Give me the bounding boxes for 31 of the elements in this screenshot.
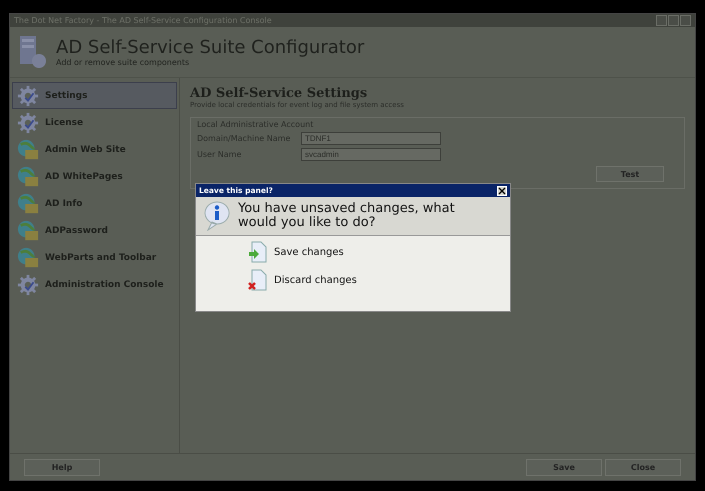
globe-folder-icon: [17, 246, 39, 268]
test-button[interactable]: Test: [596, 166, 664, 182]
dialog-option[interactable]: Discard changes: [246, 266, 359, 294]
sidebar-item[interactable]: Administration Console: [12, 271, 177, 298]
close-button[interactable]: Close: [605, 458, 681, 476]
gear-icon: [17, 84, 39, 106]
sidebar-item[interactable]: AD Info: [12, 190, 177, 217]
gear-icon: [17, 112, 39, 134]
dialog-message: You have unsaved changes, what would you like to do?: [238, 202, 456, 230]
sidebar-item[interactable]: WebParts and Toolbar: [12, 244, 177, 271]
document-arrow-icon: [248, 241, 268, 263]
app-title: AD Self-Service Suite Configurator: [56, 37, 364, 58]
input-field[interactable]: TDNF1: [301, 132, 441, 145]
sidebar-item[interactable]: AD WhitePages: [12, 163, 177, 190]
sidebar-item[interactable]: License: [12, 109, 177, 136]
panel-title: AD Self-Service Settings: [190, 86, 368, 101]
gear-icon: [17, 274, 39, 296]
sidebar-item[interactable]: Settings: [12, 82, 177, 109]
dialog-option[interactable]: Save changes: [246, 238, 346, 266]
document-delete-icon: [248, 269, 268, 291]
globe-folder-icon: [17, 138, 39, 160]
globe-folder-icon: [17, 220, 39, 242]
help-button[interactable]: Help: [24, 458, 100, 476]
globe-folder-icon: [17, 192, 39, 214]
globe-folder-icon: [17, 166, 39, 188]
sidebar-item[interactable]: ADPassword: [12, 217, 177, 244]
app-subtitle: Add or remove suite components: [56, 58, 190, 67]
info-icon: [204, 201, 230, 231]
input-field[interactable]: svcadmin: [301, 148, 441, 161]
sidebar-item[interactable]: Admin Web Site: [12, 136, 177, 163]
save-button[interactable]: Save: [526, 458, 602, 476]
